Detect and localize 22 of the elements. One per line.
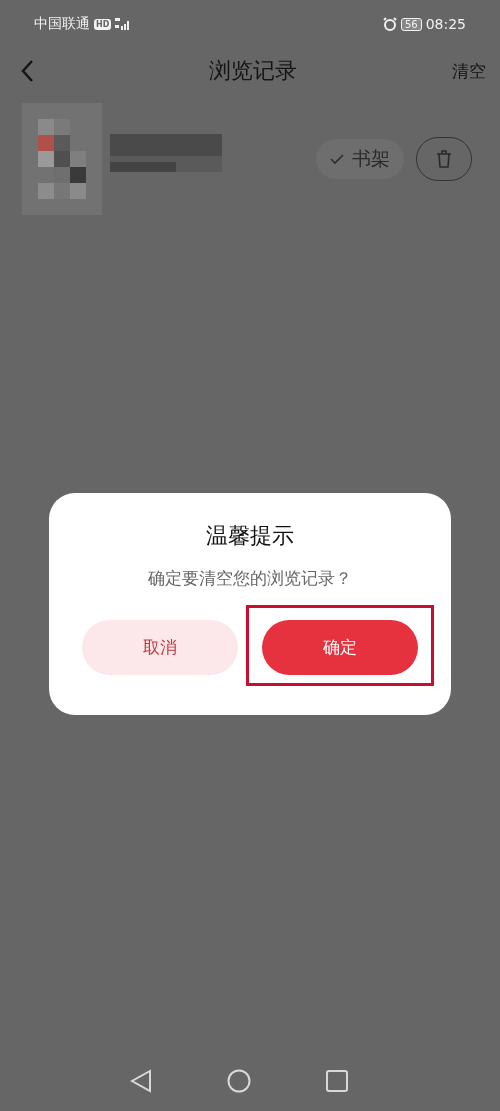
back-icon: [20, 59, 34, 83]
home-nav-button[interactable]: [227, 1069, 251, 1093]
hd-badge: HD: [94, 18, 112, 30]
battery-level: 56: [400, 17, 422, 31]
signal-icon: [115, 18, 132, 30]
clear-all-link[interactable]: 清空: [452, 59, 486, 83]
back-nav-button[interactable]: [130, 1069, 152, 1093]
page-title: 浏览记录: [209, 57, 297, 85]
square-icon: [326, 1070, 348, 1092]
trash-icon: [436, 150, 452, 168]
circle-icon: [227, 1069, 251, 1093]
clock-time: 08:25: [425, 16, 466, 32]
dialog-message: 确定要清空您的浏览记录？: [148, 567, 352, 590]
alarm-icon: [382, 17, 397, 31]
cancel-button[interactable]: 取消: [82, 620, 238, 675]
carrier-name: 中国联通: [34, 15, 90, 33]
confirm-button[interactable]: 确定: [262, 620, 418, 675]
dialog-title: 温馨提示: [206, 522, 294, 550]
triangle-icon: [130, 1069, 152, 1093]
recents-nav-button[interactable]: [326, 1070, 348, 1092]
bookshelf-button[interactable]: 书架: [316, 139, 404, 179]
check-icon: [330, 154, 344, 164]
